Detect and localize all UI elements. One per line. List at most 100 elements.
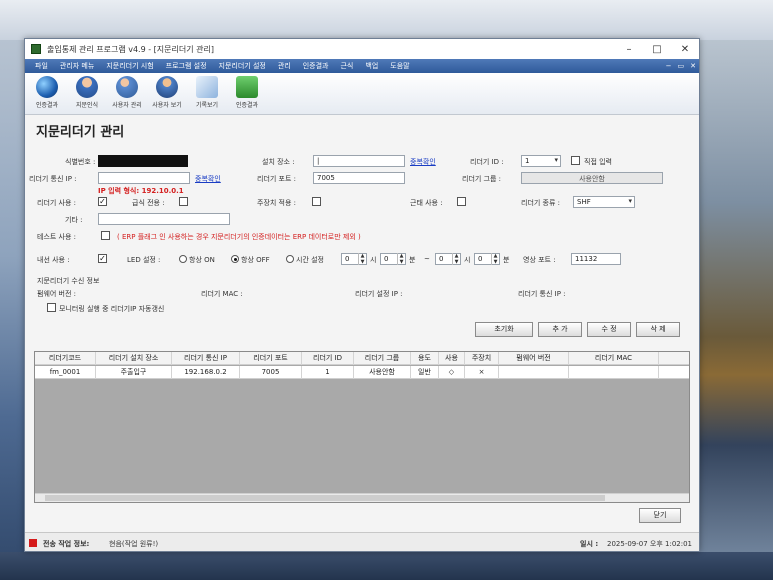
- toolbar-user-manage-button[interactable]: 사용자 관리: [107, 76, 147, 109]
- table-row[interactable]: fm_0001 주출입구 192.168.0.2 7005 1 사용안함 일반 …: [35, 366, 689, 379]
- test-use-label: 테스트 사용 :: [37, 233, 77, 241]
- attendance-checkbox[interactable]: [457, 197, 466, 206]
- column-header[interactable]: 리더기 MAC: [569, 352, 659, 365]
- reader-id-select[interactable]: 1 ▾: [521, 155, 561, 167]
- clear-button[interactable]: 초기화: [475, 322, 533, 337]
- close-button[interactable]: 닫기: [639, 508, 681, 523]
- reader-set-ip-label: 리더기 설정 IP :: [355, 290, 403, 298]
- group-field: 사용안함: [521, 172, 663, 184]
- etc-input[interactable]: [98, 213, 230, 225]
- location-dup-check-link[interactable]: 중복확인: [410, 157, 436, 167]
- port-label: 리더기 포트 :: [257, 175, 297, 183]
- end-hour-spinner[interactable]: ▲ ▼: [452, 253, 460, 265]
- table-cell: fm_0001: [35, 366, 96, 379]
- led-always-on-radio[interactable]: [179, 255, 187, 263]
- id-label: 식별번호 :: [65, 158, 96, 166]
- toolbar-fingerprint-button[interactable]: 지문인식: [67, 76, 107, 109]
- toolbar-upload-button[interactable]: 인증결과: [227, 76, 267, 109]
- end-minute-spinner[interactable]: ▲ ▼: [491, 253, 499, 265]
- checklist-icon: [196, 76, 218, 98]
- direct-input-checkbox[interactable]: [571, 156, 580, 165]
- menu-backup[interactable]: 백업: [359, 61, 384, 71]
- toolbar: 인증결과 지문인식 사용자 관리 사용자 보기 기록보기 인증결과: [25, 73, 699, 115]
- upload-icon: [236, 76, 258, 98]
- toolbar-auth-results-button[interactable]: 인증결과: [27, 76, 67, 109]
- app-icon: [31, 44, 41, 54]
- table-cell: ◇: [439, 366, 465, 379]
- location-input[interactable]: |: [313, 155, 405, 167]
- chevron-down-icon: ▾: [554, 156, 558, 164]
- meal-checkbox[interactable]: [179, 197, 188, 206]
- mdi-restore-button[interactable]: ▭: [675, 62, 688, 70]
- reader-use-checkbox[interactable]: ✓: [98, 197, 107, 206]
- column-header[interactable]: 리더기 포트: [240, 352, 302, 365]
- menu-meal[interactable]: 근식: [334, 61, 359, 71]
- monitor-auto-update-checkbox[interactable]: [47, 303, 56, 312]
- menu-help[interactable]: 도움말: [384, 61, 415, 71]
- main-device-checkbox[interactable]: [312, 197, 321, 206]
- ip-input[interactable]: [98, 172, 190, 184]
- id-field[interactable]: [98, 155, 188, 167]
- column-header[interactable]: 사용: [439, 352, 465, 365]
- add-button[interactable]: 추 가: [538, 322, 582, 337]
- delete-button[interactable]: 삭 제: [636, 322, 680, 337]
- table-cell: 주출입구: [96, 366, 172, 379]
- etc-label: 기타 :: [65, 216, 83, 224]
- schedule-checkbox[interactable]: ✓: [98, 254, 107, 263]
- close-window-button[interactable]: ✕: [671, 39, 699, 59]
- menu-program-settings[interactable]: 프로그램 설정: [160, 61, 213, 71]
- led-always-off-label: 항상 OFF: [241, 256, 270, 264]
- start-hour-spinner[interactable]: ▲ ▼: [358, 253, 366, 265]
- desktop-background-right: [700, 40, 773, 580]
- table-cell: [569, 366, 659, 379]
- test-use-checkbox[interactable]: [101, 231, 110, 240]
- scrollbar-thumb[interactable]: [45, 495, 605, 501]
- port-input[interactable]: 7005: [313, 172, 405, 184]
- led-time-radio[interactable]: [286, 255, 294, 263]
- reader-type-select[interactable]: SHF ▾: [573, 196, 635, 208]
- reader-comm-ip-label: 리더기 통신 IP :: [518, 290, 566, 298]
- led-always-on-label: 항상 ON: [189, 256, 215, 264]
- page-title: 지문리더기 관리: [36, 125, 125, 140]
- column-header[interactable]: 리더기 설치 장소: [96, 352, 172, 365]
- menu-file[interactable]: 파일: [29, 61, 54, 71]
- menu-admin[interactable]: 관리자 메뉴: [54, 61, 100, 71]
- column-header[interactable]: 리더기코드: [35, 352, 96, 365]
- mdi-minimize-button[interactable]: −: [663, 62, 675, 70]
- reader-type-label: 리더기 종류 :: [521, 199, 561, 207]
- toolbar-records-button[interactable]: 기록보기: [187, 76, 227, 109]
- app-window: 출입통제 관리 프로그램 v4.9 - [지문리더기 관리] – □ ✕ 파일 …: [24, 38, 700, 552]
- ip-dup-check-link[interactable]: 중복확인: [195, 174, 221, 184]
- mdi-close-button[interactable]: ✕: [687, 62, 699, 70]
- status-message: 현음(작업 원류!): [109, 540, 159, 548]
- column-header[interactable]: 리더기 그룹: [354, 352, 411, 365]
- minimize-button[interactable]: –: [615, 39, 643, 59]
- globe-icon: [36, 76, 58, 98]
- table-cell: 1: [302, 366, 354, 379]
- edit-button[interactable]: 수 정: [587, 322, 631, 337]
- reader-id-label: 리더기 ID :: [470, 158, 504, 166]
- column-header[interactable]: 리더기 통신 IP: [172, 352, 240, 365]
- led-always-off-radio[interactable]: [231, 255, 239, 263]
- maximize-button[interactable]: □: [643, 39, 671, 59]
- table-cell: 192.168.0.2: [172, 366, 240, 379]
- led-label: LED 설정 :: [127, 256, 161, 264]
- menu-reader-test[interactable]: 지문리더기 시험: [100, 61, 159, 71]
- main-device-label: 주장치 적용 :: [257, 199, 297, 207]
- reader-management-panel: 지문리더기 관리 식별번호 : 설치 장소 : | 중복확인 리더기 ID : …: [25, 115, 699, 523]
- column-header[interactable]: 용도: [411, 352, 439, 365]
- menu-reader-settings[interactable]: 지문리더기 설정: [213, 61, 272, 71]
- menu-manage[interactable]: 관리: [272, 61, 297, 71]
- menu-auth-results[interactable]: 인증결과: [297, 61, 335, 71]
- reader-mac-label: 리더기 MAC :: [201, 290, 243, 298]
- column-header[interactable]: 펌웨어 버전: [499, 352, 569, 365]
- video-port-input[interactable]: 11132: [571, 253, 621, 265]
- horizontal-scrollbar[interactable]: [35, 493, 689, 502]
- users-icon: [116, 76, 138, 98]
- start-minute-spinner[interactable]: ▲ ▼: [397, 253, 405, 265]
- column-header[interactable]: 주장치: [465, 352, 499, 365]
- column-header[interactable]: 리더기 ID: [302, 352, 354, 365]
- toolbar-user-view-button[interactable]: 사용자 보기: [147, 76, 187, 109]
- group-label: 리더기 그룹 :: [462, 175, 502, 183]
- table-cell: [499, 366, 569, 379]
